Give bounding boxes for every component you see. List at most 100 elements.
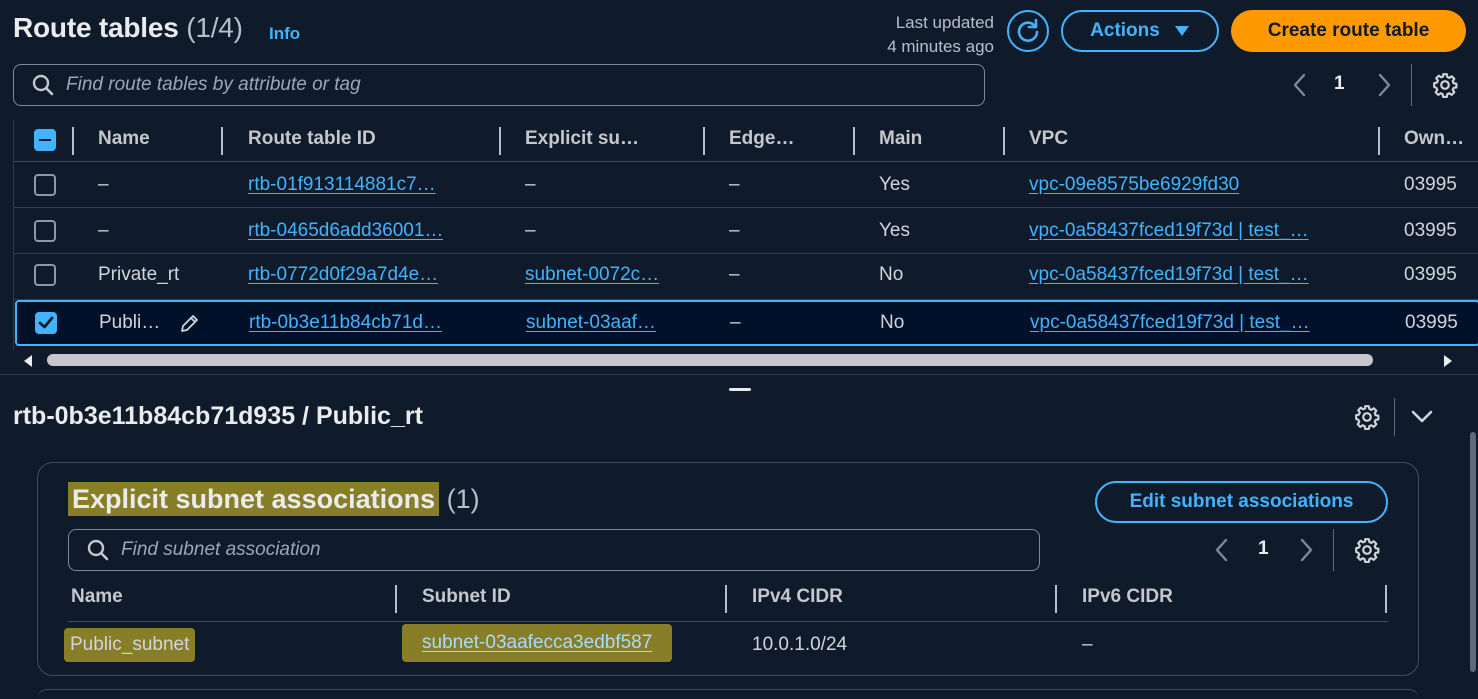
column-header-owner[interactable]: Own…	[1404, 128, 1464, 150]
route-table-search-input[interactable]: Find route tables by attribute or tag	[13, 64, 985, 106]
search-placeholder: Find subnet association	[121, 539, 321, 560]
actions-button[interactable]: Actions	[1061, 10, 1219, 52]
edge-association: –	[729, 264, 740, 285]
divider	[1411, 64, 1412, 106]
route-table-id-link[interactable]: rtb-0772d0f29a7d4e…	[248, 264, 438, 286]
row-checkbox-checked[interactable]	[35, 312, 57, 334]
caret-down-icon	[1174, 26, 1189, 36]
scroll-right-icon[interactable]	[1441, 353, 1455, 369]
owner-id: 03995	[1404, 264, 1457, 285]
info-link[interactable]: Info	[269, 24, 300, 44]
detail-table-settings-button[interactable]	[1354, 537, 1380, 568]
column-header-route-table-id[interactable]: Route table ID	[248, 128, 376, 150]
main-flag: No	[880, 312, 905, 333]
column-header-name[interactable]: Name	[71, 586, 123, 608]
table-settings-button[interactable]	[1432, 72, 1458, 103]
page-title: Route tables (1/4)	[13, 12, 243, 44]
column-header-edge[interactable]: Edge…	[729, 128, 794, 150]
horizontal-scrollbar[interactable]	[13, 350, 1466, 370]
chevron-left-icon[interactable]	[1212, 537, 1232, 563]
gear-icon	[1355, 538, 1380, 563]
route-table-id-link[interactable]: rtb-01f913114881c7…	[248, 174, 436, 196]
divider	[1333, 529, 1334, 571]
main-flag: No	[879, 264, 904, 285]
main-flag: Yes	[879, 220, 910, 241]
column-header-vpc[interactable]: VPC	[1029, 128, 1068, 150]
section-count: (1)	[446, 484, 480, 514]
gear-icon	[1355, 405, 1380, 430]
main-flag: Yes	[879, 174, 910, 195]
table-row[interactable]: – rtb-0465d6add36001… – – Yes vpc-0a5843…	[14, 208, 1478, 254]
collapse-panel-button[interactable]	[1410, 408, 1434, 431]
explicit-subnet: –	[525, 174, 536, 195]
page-number[interactable]: 1	[1258, 538, 1269, 560]
page-title-text: Route tables	[13, 12, 179, 43]
subnet-id-link[interactable]: subnet-03aafecca3edbf587	[422, 632, 652, 653]
owner-id: 03995	[1404, 220, 1457, 241]
row-name: –	[98, 174, 109, 195]
gear-icon	[1433, 73, 1458, 98]
last-updated: Last updated 4 minutes ago	[887, 11, 994, 59]
route-table-id-link[interactable]: rtb-0b3e11b84cb71d…	[249, 312, 442, 334]
edge-association: –	[730, 312, 741, 333]
owner-id: 03995	[1405, 312, 1458, 333]
route-tables-table: Name Route table ID Explicit su… Edge… M…	[13, 120, 1478, 370]
row-name: –	[98, 220, 109, 241]
create-route-table-button[interactable]: Create route table	[1231, 10, 1466, 52]
section-title: Explicit subnet associations (1)	[68, 482, 480, 516]
owner-id: 03995	[1404, 174, 1457, 195]
table-row[interactable]: Public_subnet subnet-03aafecca3edbf587 1…	[64, 622, 1388, 666]
row-checkbox[interactable]	[34, 264, 56, 286]
pencil-icon[interactable]	[178, 313, 200, 335]
explicit-subnet-link[interactable]: subnet-0072c…	[525, 264, 659, 286]
detail-title: rtb-0b3e11b84cb71d935 / Public_rt	[13, 402, 423, 430]
vpc-link[interactable]: vpc-09e8575be6929fd30	[1029, 174, 1239, 196]
table-row-selected[interactable]: Publi… rtb-0b3e11b84cb71d… subnet-03aaf……	[15, 300, 1478, 346]
subnet-id-highlight: subnet-03aafecca3edbf587	[402, 624, 673, 662]
scrollbar-thumb[interactable]	[47, 354, 1373, 366]
refresh-button[interactable]	[1007, 10, 1049, 52]
table-header: Name Route table ID Explicit su… Edge… M…	[14, 120, 1478, 162]
column-header-ipv4-cidr[interactable]: IPv4 CIDR	[752, 586, 843, 608]
scroll-left-icon[interactable]	[21, 353, 35, 369]
chevron-right-icon[interactable]	[1374, 72, 1394, 98]
search-icon	[87, 539, 109, 561]
chevron-left-icon[interactable]	[1290, 72, 1310, 98]
section-title-text: Explicit subnet associations	[68, 482, 440, 516]
column-header-ipv6-cidr[interactable]: IPv6 CIDR	[1082, 586, 1173, 608]
row-checkbox[interactable]	[34, 220, 56, 242]
divider	[1394, 398, 1395, 436]
subnet-name: Public_subnet	[64, 628, 196, 662]
detail-settings-button[interactable]	[1354, 404, 1380, 435]
last-updated-label: Last updated	[895, 13, 994, 32]
column-header-name[interactable]: Name	[98, 128, 150, 150]
page-number[interactable]: 1	[1334, 73, 1345, 95]
chevron-right-icon[interactable]	[1296, 537, 1316, 563]
select-all-checkbox[interactable]	[34, 129, 56, 151]
vpc-link[interactable]: vpc-0a58437fced19f73d | test_…	[1029, 220, 1309, 242]
vpc-link[interactable]: vpc-0a58437fced19f73d | test_…	[1030, 312, 1310, 334]
column-header-main[interactable]: Main	[879, 128, 922, 150]
check-icon	[38, 316, 54, 329]
ipv6-cidr: –	[1082, 634, 1093, 655]
table-row[interactable]: – rtb-01f913114881c7… – – Yes vpc-09e857…	[14, 162, 1478, 208]
explicit-subnet-link[interactable]: subnet-03aaf…	[526, 312, 656, 334]
search-placeholder: Find route tables by attribute or tag	[66, 74, 361, 95]
column-header-explicit-subnet[interactable]: Explicit su…	[525, 128, 639, 150]
selection-count: (1/4)	[186, 12, 243, 43]
row-checkbox[interactable]	[34, 174, 56, 196]
edit-subnet-associations-button[interactable]: Edit subnet associations	[1095, 481, 1388, 523]
column-header-subnet-id[interactable]: Subnet ID	[422, 586, 511, 608]
edge-association: –	[729, 174, 740, 195]
table-row[interactable]: Private_rt rtb-0772d0f29a7d4e… subnet-00…	[14, 254, 1478, 300]
next-card-edge	[37, 689, 1419, 699]
subnet-table-header: Name Subnet ID IPv4 CIDR IPv6 CIDR	[68, 580, 1388, 622]
vpc-link[interactable]: vpc-0a58437fced19f73d | test_…	[1029, 264, 1309, 286]
chevron-down-icon	[1411, 410, 1433, 423]
detail-pagination: 1	[1212, 535, 1322, 565]
subnet-association-search-input[interactable]: Find subnet association	[68, 529, 1040, 571]
search-icon	[32, 74, 54, 96]
vertical-scrollbar[interactable]	[1470, 432, 1476, 672]
route-table-id-link[interactable]: rtb-0465d6add36001…	[248, 220, 443, 242]
resize-handle[interactable]	[729, 388, 751, 391]
